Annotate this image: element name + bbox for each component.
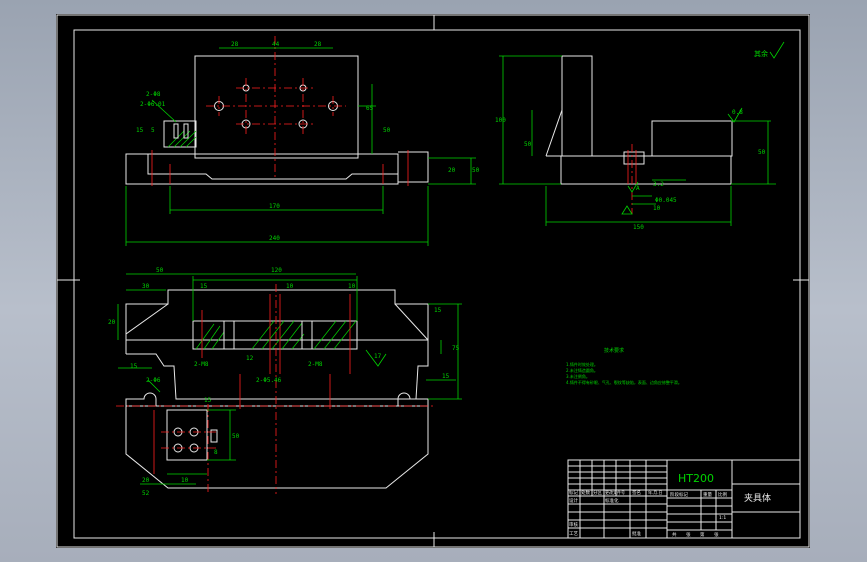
tb-cell: 审核 — [569, 521, 578, 528]
side-dim: 10 — [653, 205, 661, 212]
drawing-canvas: 其余 28 44 28 2-Φ8 2-Φ6.01 15 5 65 50 20 1… — [56, 14, 810, 548]
top-dim: 8 — [214, 449, 218, 456]
top-dim: 30 — [142, 283, 150, 290]
top-mount-plate — [166, 409, 208, 461]
front-pin-block — [163, 120, 197, 148]
side-dim: 50 — [758, 149, 766, 156]
tb-cell: 标记 — [569, 489, 578, 496]
side-view — [499, 55, 776, 226]
tech-req-line: 1.铸件时效处理。 — [566, 361, 598, 367]
top-dim: 12 — [246, 355, 254, 362]
side-base — [560, 155, 732, 185]
front-dim: 15 — [136, 127, 144, 134]
tb-cell: 第 — [700, 531, 705, 538]
tb-cell: 阶段标记 — [670, 491, 688, 498]
tb-cell: 重量 — [703, 491, 712, 498]
tech-req-line: 3.未注倒角。 — [566, 373, 590, 379]
top-dim: 75 — [452, 345, 460, 352]
top-dim: 20 — [142, 477, 150, 484]
top-dim: 2-M8 — [308, 361, 323, 368]
tb-cell: 设计 — [569, 497, 578, 504]
tb-cell: 年.月.日 — [648, 489, 663, 495]
title-block: HT200 夹具体 标记 处数 分区 更改文件号 签名 年.月.日 设计 标准化… — [567, 459, 801, 539]
tb-cell: 签名 — [632, 489, 641, 496]
front-dim: 50 — [383, 127, 391, 134]
side-dim: 150 — [633, 224, 644, 231]
side-boss — [651, 120, 733, 157]
front-hatch — [167, 123, 197, 148]
top-view — [116, 273, 462, 494]
top-dim: 2-M8 — [194, 361, 209, 368]
top-dim: 17 — [374, 353, 382, 360]
cad-drawing-sheet: 其余 28 44 28 2-Φ8 2-Φ6.01 15 5 65 50 20 1… — [56, 14, 810, 548]
inner-frame — [73, 29, 801, 539]
tb-cell: 更改文件号 — [605, 489, 625, 495]
front-dim: 44 — [272, 41, 280, 48]
roughness-label: 其余 — [754, 49, 768, 58]
top-dim: 10 — [286, 283, 294, 290]
front-dim: 20 — [448, 167, 456, 174]
top-dim: 15 — [204, 397, 212, 404]
roughness-symbol-icon — [769, 41, 785, 59]
top-left-slot — [125, 392, 157, 407]
front-dim: 65 — [366, 105, 374, 112]
top-dim: 15 — [200, 283, 208, 290]
side-dim: A — [636, 185, 640, 192]
tb-cell: 分区 — [593, 489, 602, 496]
top-dim: 20 — [108, 319, 116, 326]
top-dim: 2-Φ6 — [146, 377, 161, 384]
front-dim: 28 — [231, 41, 239, 48]
technical-requirements: 技术要求 1.铸件时效处理。 2.未注铸造圆角。 3.未注倒角。 4.铸件不得有… — [566, 347, 682, 385]
side-upright — [561, 55, 593, 157]
front-dim: 5 — [151, 127, 155, 134]
top-lower-outline — [125, 405, 429, 489]
top-dim: 15 — [434, 307, 442, 314]
tb-cell: 共 — [672, 531, 677, 538]
part-name-label: 夹具体 — [744, 492, 771, 504]
front-upright — [194, 55, 359, 159]
tb-scale: 1:1 — [719, 515, 726, 521]
datum-a-icon — [621, 205, 633, 215]
front-dim: 240 — [269, 235, 280, 242]
front-dim: 28 — [314, 41, 322, 48]
tb-cell: 张 — [686, 531, 691, 538]
tech-req-title: 技术要求 — [604, 347, 624, 354]
top-upper-outline — [125, 289, 429, 341]
tb-cell: 张 — [714, 531, 719, 538]
front-dim: 50 — [472, 167, 480, 174]
top-dim: 52 — [142, 490, 150, 497]
tb-cell: 比例 — [718, 491, 727, 498]
material-label: HT200 — [678, 472, 714, 485]
top-dim: 2-Φ5.46 — [256, 377, 282, 384]
top-dim: 10 — [181, 477, 189, 484]
front-right-block — [398, 151, 429, 183]
side-dim: 3.2 — [653, 181, 664, 188]
outer-border — [56, 14, 810, 548]
tb-cell: 处数 — [581, 489, 590, 496]
top-dim: 15 — [130, 363, 138, 370]
side-slot — [623, 151, 645, 165]
top-dim: 120 — [271, 267, 282, 274]
top-dim: 10 — [348, 283, 356, 290]
top-dim: 50 — [232, 433, 240, 440]
side-dim: 50 — [524, 141, 532, 148]
front-dim: 2-Φ6.01 — [140, 101, 166, 108]
tech-req-line: 2.未注铸造圆角。 — [566, 367, 598, 373]
tb-cell: 工艺 — [569, 531, 578, 537]
tb-cell: 批准 — [632, 530, 641, 537]
side-dim: Φ0.045 — [655, 197, 677, 204]
front-dim: 2-Φ8 — [146, 91, 161, 98]
side-dim: 100 — [495, 117, 506, 124]
tech-req-line: 4.铸件不得有砂眼、气孔、裂纹等缺陷，表面、边角应修整平滑。 — [566, 379, 682, 385]
top-dim: 50 — [156, 267, 164, 274]
top-dim: 15 — [442, 373, 450, 380]
side-rib — [545, 109, 563, 157]
side-dim: 0.8 — [732, 109, 743, 116]
front-dim: 170 — [269, 203, 280, 210]
front-view — [125, 36, 476, 246]
tb-cell: 标准化 — [605, 497, 619, 504]
